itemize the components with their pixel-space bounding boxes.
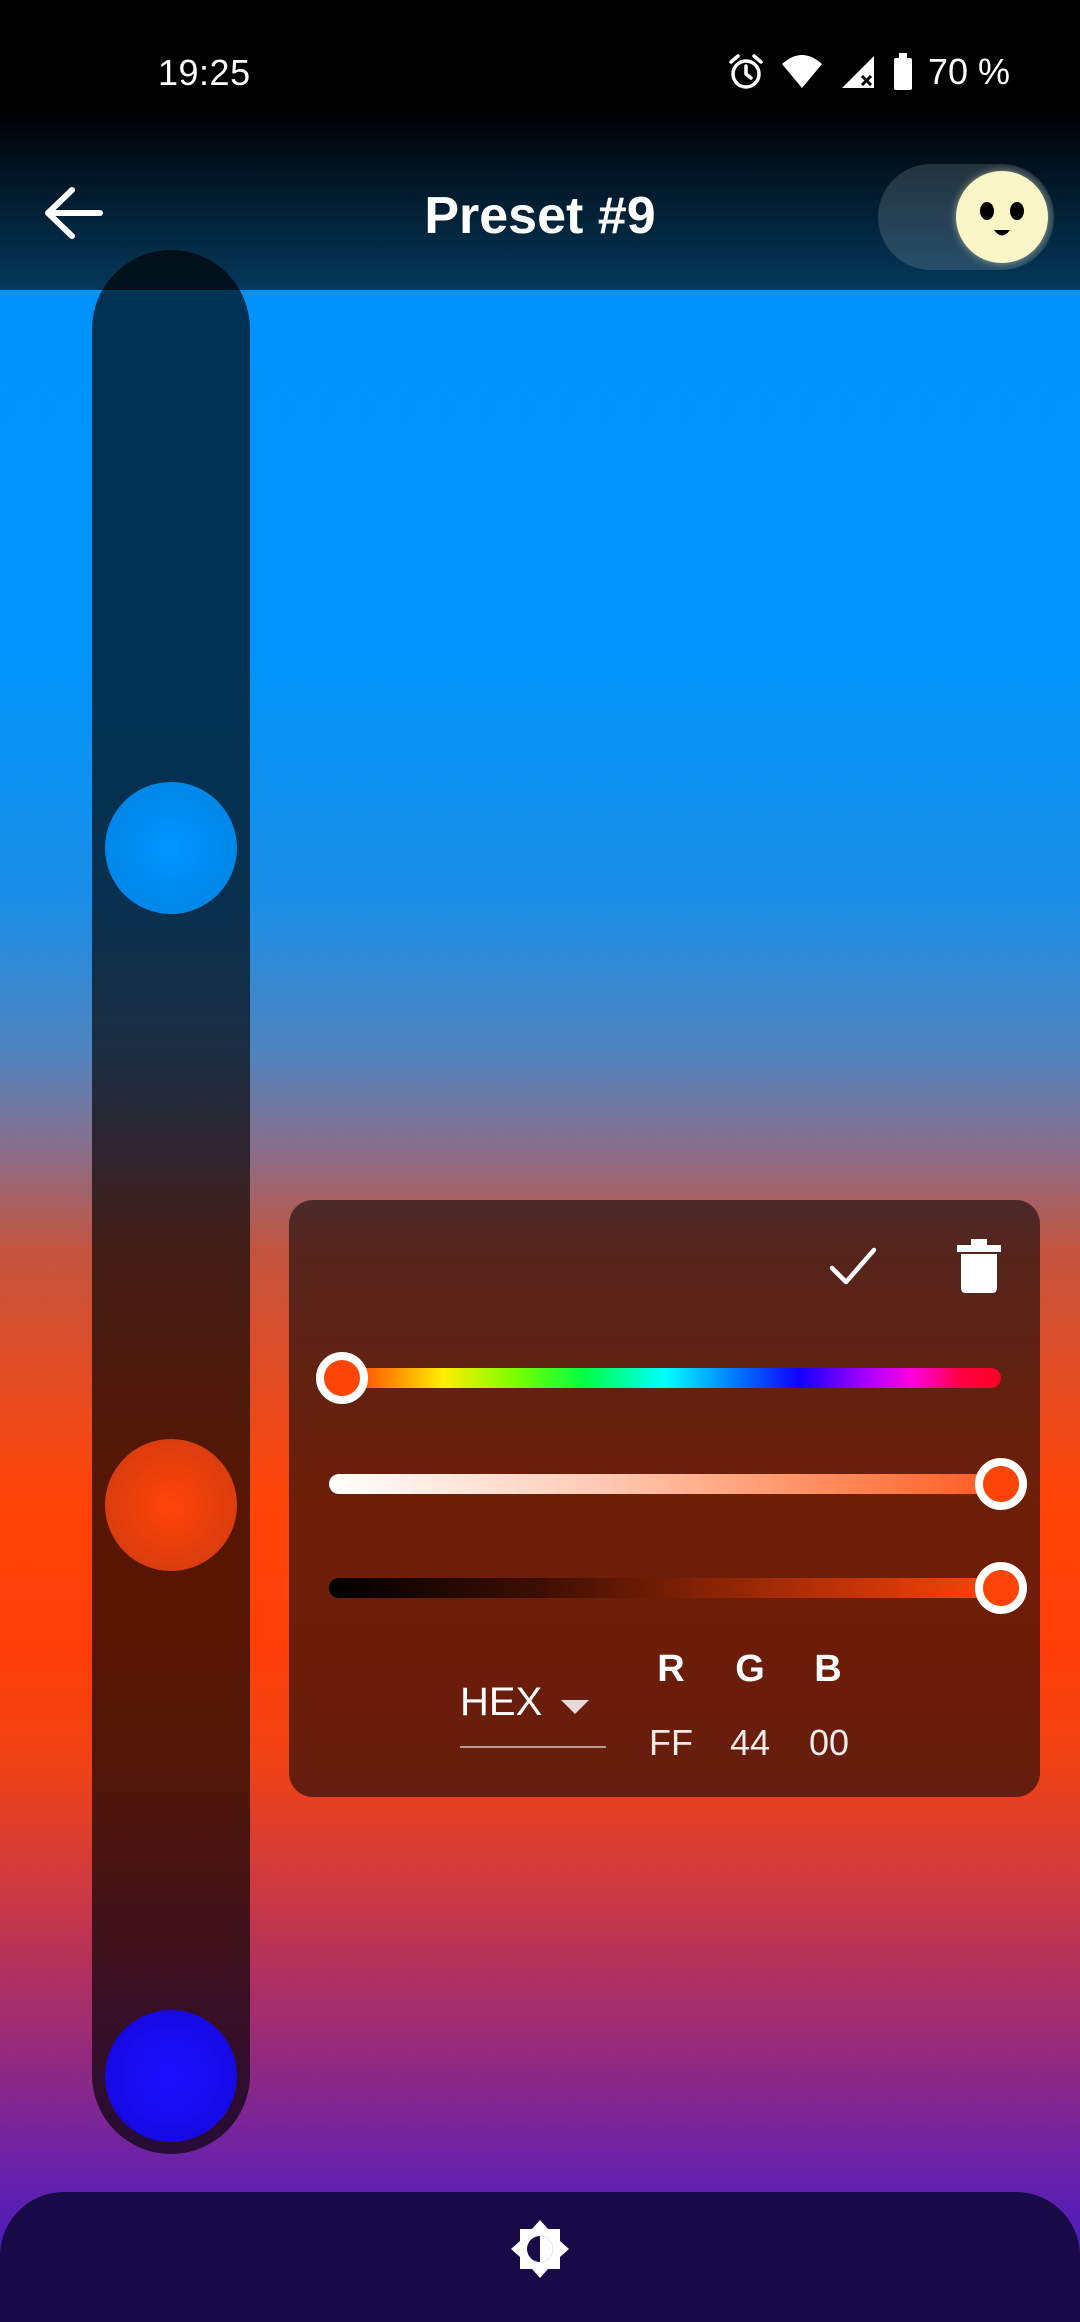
channel-label-b: B — [814, 1648, 842, 1690]
wifi-icon — [781, 55, 822, 88]
channel-value-r[interactable]: FF — [631, 1722, 711, 1764]
channel-value-b[interactable]: 00 — [789, 1722, 869, 1764]
channel-label-g: G — [735, 1648, 765, 1690]
gradient-stop-blue[interactable] — [105, 782, 237, 914]
brightness-icon — [511, 2220, 569, 2278]
value-slider-thumb[interactable] — [975, 1562, 1027, 1614]
confirm-button[interactable] — [828, 1242, 878, 1292]
toggle-knob[interactable] — [956, 171, 1048, 263]
trash-icon — [957, 1239, 1001, 1293]
status-time: 19:25 — [158, 52, 251, 93]
battery-icon — [893, 53, 912, 90]
gradient-slider-track[interactable] — [92, 250, 250, 2154]
check-icon — [829, 1247, 877, 1285]
delete-button[interactable] — [955, 1238, 1003, 1294]
saturation-slider[interactable] — [329, 1474, 1001, 1494]
gradient-stop-violet[interactable] — [105, 2010, 237, 2142]
hue-slider-thumb[interactable] — [316, 1352, 368, 1404]
color-picker-panel — [289, 1200, 1040, 1797]
signal-icon — [841, 56, 874, 88]
status-icons: 70 % — [726, 50, 1010, 94]
color-mode-dropdown[interactable]: HEX — [460, 1674, 606, 1748]
gradient-stop-orange[interactable] — [105, 1439, 237, 1571]
preset-toggle[interactable] — [878, 164, 1054, 270]
chevron-down-icon — [561, 1700, 589, 1714]
channel-label-r: R — [657, 1648, 685, 1690]
saturation-slider-thumb[interactable] — [975, 1458, 1027, 1510]
smiley-face-icon — [980, 202, 1024, 236]
color-mode-label: HEX — [460, 1680, 543, 1724]
hue-slider[interactable] — [329, 1368, 1001, 1388]
brightness-button[interactable] — [509, 2218, 571, 2280]
battery-percent: 70 % — [927, 51, 1010, 92]
channel-value-g[interactable]: 44 — [710, 1722, 790, 1764]
brightness-value-slider[interactable] — [329, 1578, 1001, 1598]
alarm-icon — [729, 54, 763, 89]
